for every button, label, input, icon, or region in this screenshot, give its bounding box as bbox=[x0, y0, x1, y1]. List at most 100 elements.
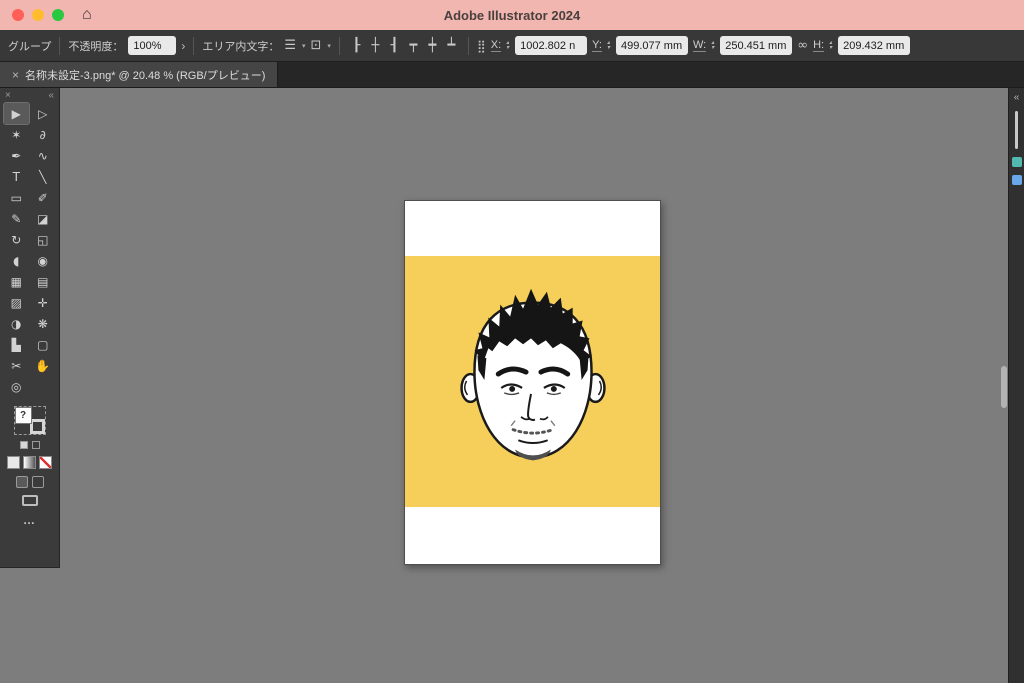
chevron-down-icon[interactable]: ▾ bbox=[302, 42, 306, 50]
none-button[interactable] bbox=[39, 456, 52, 469]
toolbar-close-icon[interactable]: × bbox=[5, 90, 11, 101]
rotate-tool[interactable]: ↻ bbox=[4, 229, 29, 250]
link-dimensions-icon[interactable]: ∞ bbox=[797, 38, 808, 53]
x-input[interactable] bbox=[515, 36, 588, 55]
slice-tool[interactable]: ✂ bbox=[4, 355, 29, 376]
area-type-options-icon[interactable]: ☰ bbox=[284, 38, 296, 53]
tab-close-icon[interactable]: × bbox=[12, 68, 19, 82]
reference-point-grid-icon[interactable]: ⣿ bbox=[477, 39, 486, 53]
draw-behind-button[interactable] bbox=[31, 476, 44, 488]
artboard-tool[interactable]: ▢ bbox=[30, 334, 55, 355]
window-title: Adobe Illustrator 2024 bbox=[443, 7, 581, 23]
color-button[interactable] bbox=[7, 456, 20, 469]
blend-tool[interactable]: ◑ bbox=[4, 313, 29, 334]
dock-panel-icon-2[interactable] bbox=[1011, 175, 1022, 185]
align-center-icon[interactable]: ┼ bbox=[367, 38, 384, 53]
close-window-button[interactable] bbox=[12, 9, 24, 21]
divider bbox=[59, 36, 61, 55]
pen-tool[interactable]: ✒ bbox=[4, 145, 29, 166]
canvas-vertical-scrollbar[interactable] bbox=[1000, 88, 1008, 683]
eyedropper-tool[interactable]: ✛ bbox=[30, 292, 55, 313]
document-tab[interactable]: × 名称未設定-3.png* @ 20.48 % (RGB/プレビュー) bbox=[0, 62, 279, 87]
hand-tool[interactable]: ✋ bbox=[30, 355, 55, 376]
drawing-mode-row bbox=[15, 476, 44, 488]
screen-mode-button[interactable] bbox=[21, 495, 38, 506]
tool-grid: ▶ ▷ ✶ ∂ ✒ ∿ T ╲ ▭ ✐ ✎ ◪ ↻ ◱ ◖ ◉ ▦ ▤ ▨ ✛ ◑ ❋ ▙ ▢ ✂ ✋ ◎ bbox=[0, 102, 59, 397]
align-top-icon[interactable]: ┯ bbox=[405, 38, 422, 53]
fill-swatch[interactable]: ? bbox=[14, 407, 32, 424]
line-segment-tool[interactable]: ╲ bbox=[30, 166, 55, 187]
eraser-tool[interactable]: ◪ bbox=[30, 208, 55, 229]
selection-type-label: グループ bbox=[8, 40, 52, 53]
x-label[interactable]: X: bbox=[490, 39, 502, 52]
type-tool[interactable]: T bbox=[4, 166, 29, 187]
width-label[interactable]: W: bbox=[692, 39, 707, 52]
toolbar-footer: ? … bbox=[0, 397, 59, 527]
width-input[interactable] bbox=[720, 36, 793, 55]
scrollbar-thumb[interactable] bbox=[1001, 366, 1007, 408]
draw-normal-button[interactable] bbox=[15, 476, 28, 488]
opacity-label: 不透明度： bbox=[68, 40, 124, 53]
zoom-tool[interactable]: ◎ bbox=[4, 376, 29, 397]
dock-panel-icon-1[interactable] bbox=[1011, 157, 1022, 167]
gradient-button[interactable] bbox=[23, 456, 36, 469]
left-pupil bbox=[509, 385, 516, 392]
opacity-input[interactable] bbox=[128, 36, 177, 55]
gradient-tool[interactable]: ▨ bbox=[4, 292, 29, 313]
fill-stroke-proxy[interactable]: ? bbox=[13, 406, 46, 435]
divider bbox=[467, 36, 469, 55]
home-icon[interactable]: ⌂ bbox=[82, 7, 92, 23]
selection-tool[interactable]: ▶ bbox=[2, 102, 30, 125]
minimize-window-button[interactable] bbox=[32, 9, 44, 21]
more-tools-button[interactable]: … bbox=[23, 513, 36, 527]
mesh-tool[interactable]: ▤ bbox=[30, 271, 55, 292]
default-fill-stroke-icon[interactable] bbox=[19, 441, 28, 449]
column-graph-tool[interactable]: ▙ bbox=[4, 334, 29, 355]
macos-titlebar: ⌂ Adobe Illustrator 2024 bbox=[0, 0, 1024, 30]
width-stepper[interactable]: ▴ ▾ bbox=[711, 40, 714, 51]
symbol-sprayer-tool[interactable]: ❋ bbox=[30, 313, 55, 334]
dock-scrollbar-thumb[interactable] bbox=[1015, 111, 1018, 149]
align-left-icon[interactable]: ┠ bbox=[348, 38, 365, 53]
right-dock: « bbox=[1008, 88, 1024, 683]
canvas-area[interactable] bbox=[60, 88, 1008, 683]
rectangle-tool[interactable]: ▭ bbox=[4, 187, 29, 208]
magic-wand-tool[interactable]: ✶ bbox=[4, 124, 29, 145]
align-bottom-icon[interactable]: ┷ bbox=[443, 38, 460, 53]
paintbrush-tool[interactable]: ✐ bbox=[30, 187, 55, 208]
chevron-down-icon[interactable]: ▾ bbox=[327, 42, 331, 50]
opacity-dropdown-icon[interactable]: › bbox=[181, 39, 185, 53]
swap-default-swatches bbox=[19, 441, 40, 449]
y-label[interactable]: Y: bbox=[592, 39, 602, 52]
curvature-tool[interactable]: ∿ bbox=[30, 145, 55, 166]
lasso-tool[interactable]: ∂ bbox=[30, 124, 55, 145]
swap-fill-stroke-icon[interactable] bbox=[31, 441, 40, 449]
artboard[interactable] bbox=[404, 200, 661, 565]
shape-builder-tool[interactable]: ◉ bbox=[30, 250, 55, 271]
toolbar-panel: × « ▶ ▷ ✶ ∂ ✒ ∿ T ╲ ▭ ✐ ✎ ◪ ↻ ◱ ◖ ◉ ▦ ▤ ▨ ✛ ◑ ❋ ▙ ▢ ✂ ✋ ◎ ? … bbox=[0, 88, 60, 568]
y-input[interactable] bbox=[615, 36, 688, 55]
width-tool[interactable]: ◖ bbox=[4, 250, 29, 271]
stroke-swatch[interactable] bbox=[29, 419, 45, 434]
height-input[interactable] bbox=[838, 36, 911, 55]
y-stepper[interactable]: ▴ ▾ bbox=[607, 40, 610, 51]
scale-tool[interactable]: ◱ bbox=[30, 229, 55, 250]
align-icon-group: ┠ ┼ ┨ ┯ ┿ ┷ bbox=[348, 38, 460, 53]
tab-title: 名称未設定-3.png* @ 20.48 % (RGB/プレビュー) bbox=[25, 69, 266, 82]
divider bbox=[193, 36, 195, 55]
direct-selection-tool[interactable]: ▷ bbox=[30, 103, 55, 124]
area-type-label: エリア内文字： bbox=[202, 40, 280, 53]
control-bar: グループ 不透明度： › エリア内文字： ☰ ▾ ⊡ ▾ ┠┼┨┯┿┷ ⣿ X:… bbox=[0, 30, 1024, 62]
align-right-icon[interactable]: ┨ bbox=[386, 38, 403, 53]
pencil-tool[interactable]: ✎ bbox=[4, 208, 29, 229]
dock-collapse-icon[interactable]: « bbox=[1014, 92, 1020, 103]
height-label[interactable]: H: bbox=[813, 39, 825, 52]
perspective-grid-tool[interactable]: ▦ bbox=[4, 271, 29, 292]
x-stepper[interactable]: ▴ ▾ bbox=[506, 40, 509, 51]
text-flow-icon[interactable]: ⊡ bbox=[311, 38, 322, 53]
color-type-row bbox=[7, 456, 52, 469]
align-middle-icon[interactable]: ┿ bbox=[424, 38, 441, 53]
zoom-window-button[interactable] bbox=[52, 9, 64, 21]
toolbar-collapse-icon[interactable]: « bbox=[48, 90, 54, 101]
height-stepper[interactable]: ▴ ▾ bbox=[829, 40, 832, 51]
